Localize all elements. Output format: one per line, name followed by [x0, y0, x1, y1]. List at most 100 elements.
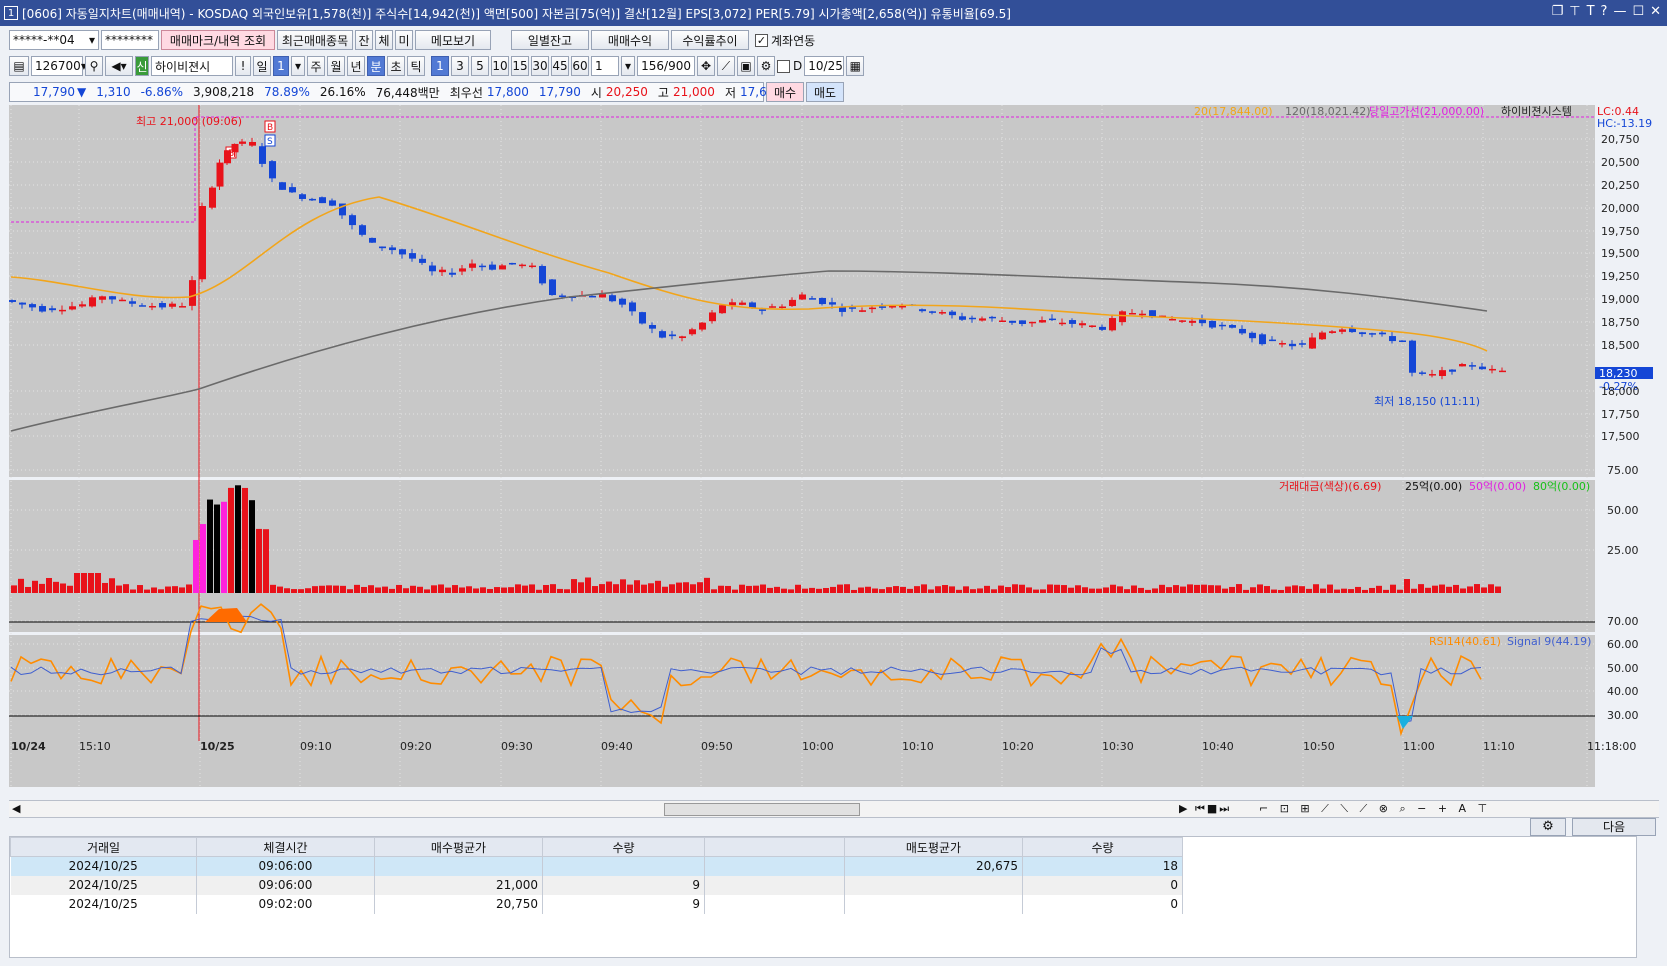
- minute-5[interactable]: 5: [471, 56, 489, 76]
- settings-gear-button[interactable]: ⚙: [1530, 818, 1566, 836]
- volume-bar: [1397, 589, 1403, 593]
- account-select[interactable]: *****-**04 ▾: [9, 30, 99, 50]
- chart-scrollbar[interactable]: ◀ ▶ ⏮■⏭ ⌐ ⊡ ⊞ ⟋ ⟍ ⟋ ⊗ ⌕ − + A ⊤: [9, 800, 1659, 818]
- return-trend-button[interactable]: 수익률추이: [671, 30, 749, 50]
- candle-body: [159, 303, 166, 308]
- layout-icon[interactable]: ▤: [9, 56, 29, 76]
- next-button[interactable]: 다음: [1572, 818, 1656, 836]
- alert-icon[interactable]: !: [235, 56, 251, 76]
- scroll-thumb[interactable]: [664, 803, 860, 816]
- volume-bar: [1306, 588, 1312, 593]
- minute-3[interactable]: 3: [451, 56, 469, 76]
- close-icon[interactable]: ✕: [1650, 4, 1661, 19]
- period-month[interactable]: 월: [327, 56, 345, 76]
- minute-60[interactable]: 60: [571, 56, 589, 76]
- sell-button[interactable]: 매도: [806, 82, 844, 102]
- count-field[interactable]: 156/900: [637, 56, 695, 76]
- minute-30[interactable]: 30: [531, 56, 549, 76]
- volume-bar: [858, 587, 864, 593]
- daily-balance-button[interactable]: 일별잔고: [511, 30, 589, 50]
- candle-body: [709, 312, 716, 322]
- scroll-left-icon[interactable]: ◀: [12, 802, 20, 815]
- volume-bar: [543, 585, 549, 593]
- trade-amount: 76,448백만: [375, 85, 440, 100]
- save-icon[interactable]: ▣: [737, 56, 755, 76]
- account-link-checkbox[interactable]: ✓ 계좌연동: [755, 32, 815, 49]
- buy-button[interactable]: 매수: [766, 82, 804, 102]
- pin-icon[interactable]: ⊤: [1569, 4, 1580, 19]
- help-icon[interactable]: ?: [1601, 4, 1608, 19]
- date-input[interactable]: 10/25: [804, 56, 845, 76]
- restore-icon[interactable]: ❐: [1552, 4, 1564, 19]
- drawing-tools-icon[interactable]: ⌐ ⊡ ⊞ ⟋ ⟍ ⟋ ⊗ ⌕ − + A ⊤: [1259, 802, 1491, 816]
- candle-body: [1489, 368, 1496, 371]
- search-icon[interactable]: ⚲: [85, 56, 103, 76]
- candle-body: [79, 304, 86, 307]
- period-day-count[interactable]: 1: [273, 56, 289, 76]
- period-day[interactable]: 일: [253, 56, 271, 76]
- period-week[interactable]: 주: [307, 56, 325, 76]
- table-row[interactable]: 2024/10/25 09:02:00 20,750 9 0: [10, 894, 1183, 914]
- crosshair-icon[interactable]: ✥: [697, 56, 715, 76]
- volume-tick-label: 75.00: [1607, 464, 1639, 477]
- volume-bar: [459, 587, 465, 593]
- unit-input[interactable]: 1: [591, 56, 619, 76]
- period-year[interactable]: 년: [347, 56, 365, 76]
- stock-code-input[interactable]: 126700 ▾: [31, 56, 87, 76]
- trade-profit-button[interactable]: 매매수익: [591, 30, 669, 50]
- candle-body: [59, 309, 66, 312]
- time-tick-label: 10/25: [200, 740, 235, 753]
- period-second[interactable]: 초: [387, 56, 405, 76]
- volume-bar: [718, 585, 724, 593]
- time-tick-label: 10:40: [1202, 740, 1234, 753]
- maximize-icon[interactable]: ☐: [1632, 4, 1644, 19]
- volume-bar: [1341, 588, 1347, 593]
- gear-icon[interactable]: ⚙: [757, 56, 775, 76]
- tab-che[interactable]: 체: [375, 30, 393, 50]
- calendar-icon[interactable]: ▦: [846, 56, 865, 76]
- tab-mi[interactable]: 미: [395, 30, 413, 50]
- minimize-icon[interactable]: —: [1613, 4, 1626, 19]
- minute-1[interactable]: 1: [431, 56, 449, 76]
- scroll-right-icon[interactable]: ▶: [1179, 802, 1187, 815]
- chart-area[interactable]: 20(17,844.00) 120(18,021.42) 당일고가선(21,00…: [9, 101, 1667, 791]
- period-minute[interactable]: 분: [367, 56, 385, 76]
- candle-body: [599, 294, 606, 298]
- chart-svg[interactable]: 20(17,844.00) 120(18,021.42) 당일고가선(21,00…: [9, 101, 1667, 791]
- volume-bar: [95, 573, 101, 593]
- table-row[interactable]: 2024/10/25 09:06:00 20,675 18: [10, 856, 1183, 876]
- password-field[interactable]: ********: [101, 30, 159, 50]
- chevron-down-icon[interactable]: ▾: [621, 56, 635, 76]
- volume-bar: [949, 586, 955, 593]
- period-tick[interactable]: 틱: [407, 56, 425, 76]
- draw-icon[interactable]: ⟋: [717, 56, 735, 76]
- minute-10[interactable]: 10: [491, 56, 509, 76]
- candle-body: [1429, 374, 1436, 376]
- playback-controls-icon[interactable]: ⏮■⏭: [1195, 802, 1231, 816]
- d-checkbox[interactable]: D: [777, 59, 802, 73]
- volume-bar: [711, 589, 717, 593]
- volume-bar: [606, 581, 612, 593]
- volume-bar: [977, 588, 983, 593]
- chevron-down-icon[interactable]: ▾: [291, 56, 305, 76]
- font-icon[interactable]: T: [1587, 4, 1595, 19]
- volume-bar: [620, 579, 626, 593]
- trade-mark-query-button[interactable]: 매매마크/내역 조회: [161, 30, 275, 50]
- volume-bar: [641, 584, 647, 593]
- memo-view-button[interactable]: 메모보기: [415, 30, 491, 50]
- col-blank: [704, 837, 845, 857]
- speaker-icon[interactable]: ◀▾: [105, 56, 133, 76]
- tab-jan[interactable]: 잔: [355, 30, 373, 50]
- candle-body: [309, 198, 316, 201]
- minute-15[interactable]: 15: [511, 56, 529, 76]
- volume-bar: [228, 487, 234, 593]
- volume-bar: [788, 589, 794, 593]
- minute-45[interactable]: 45: [551, 56, 569, 76]
- candle-body: [869, 307, 876, 310]
- volume-bar: [277, 586, 283, 593]
- candle-body: [1019, 320, 1026, 324]
- candle-body: [1399, 340, 1406, 342]
- volume-bar: [1334, 589, 1340, 593]
- recent-trades-button[interactable]: 최근매매종목: [277, 30, 353, 50]
- table-row[interactable]: 2024/10/25 09:06:00 21,000 9 0: [10, 875, 1183, 895]
